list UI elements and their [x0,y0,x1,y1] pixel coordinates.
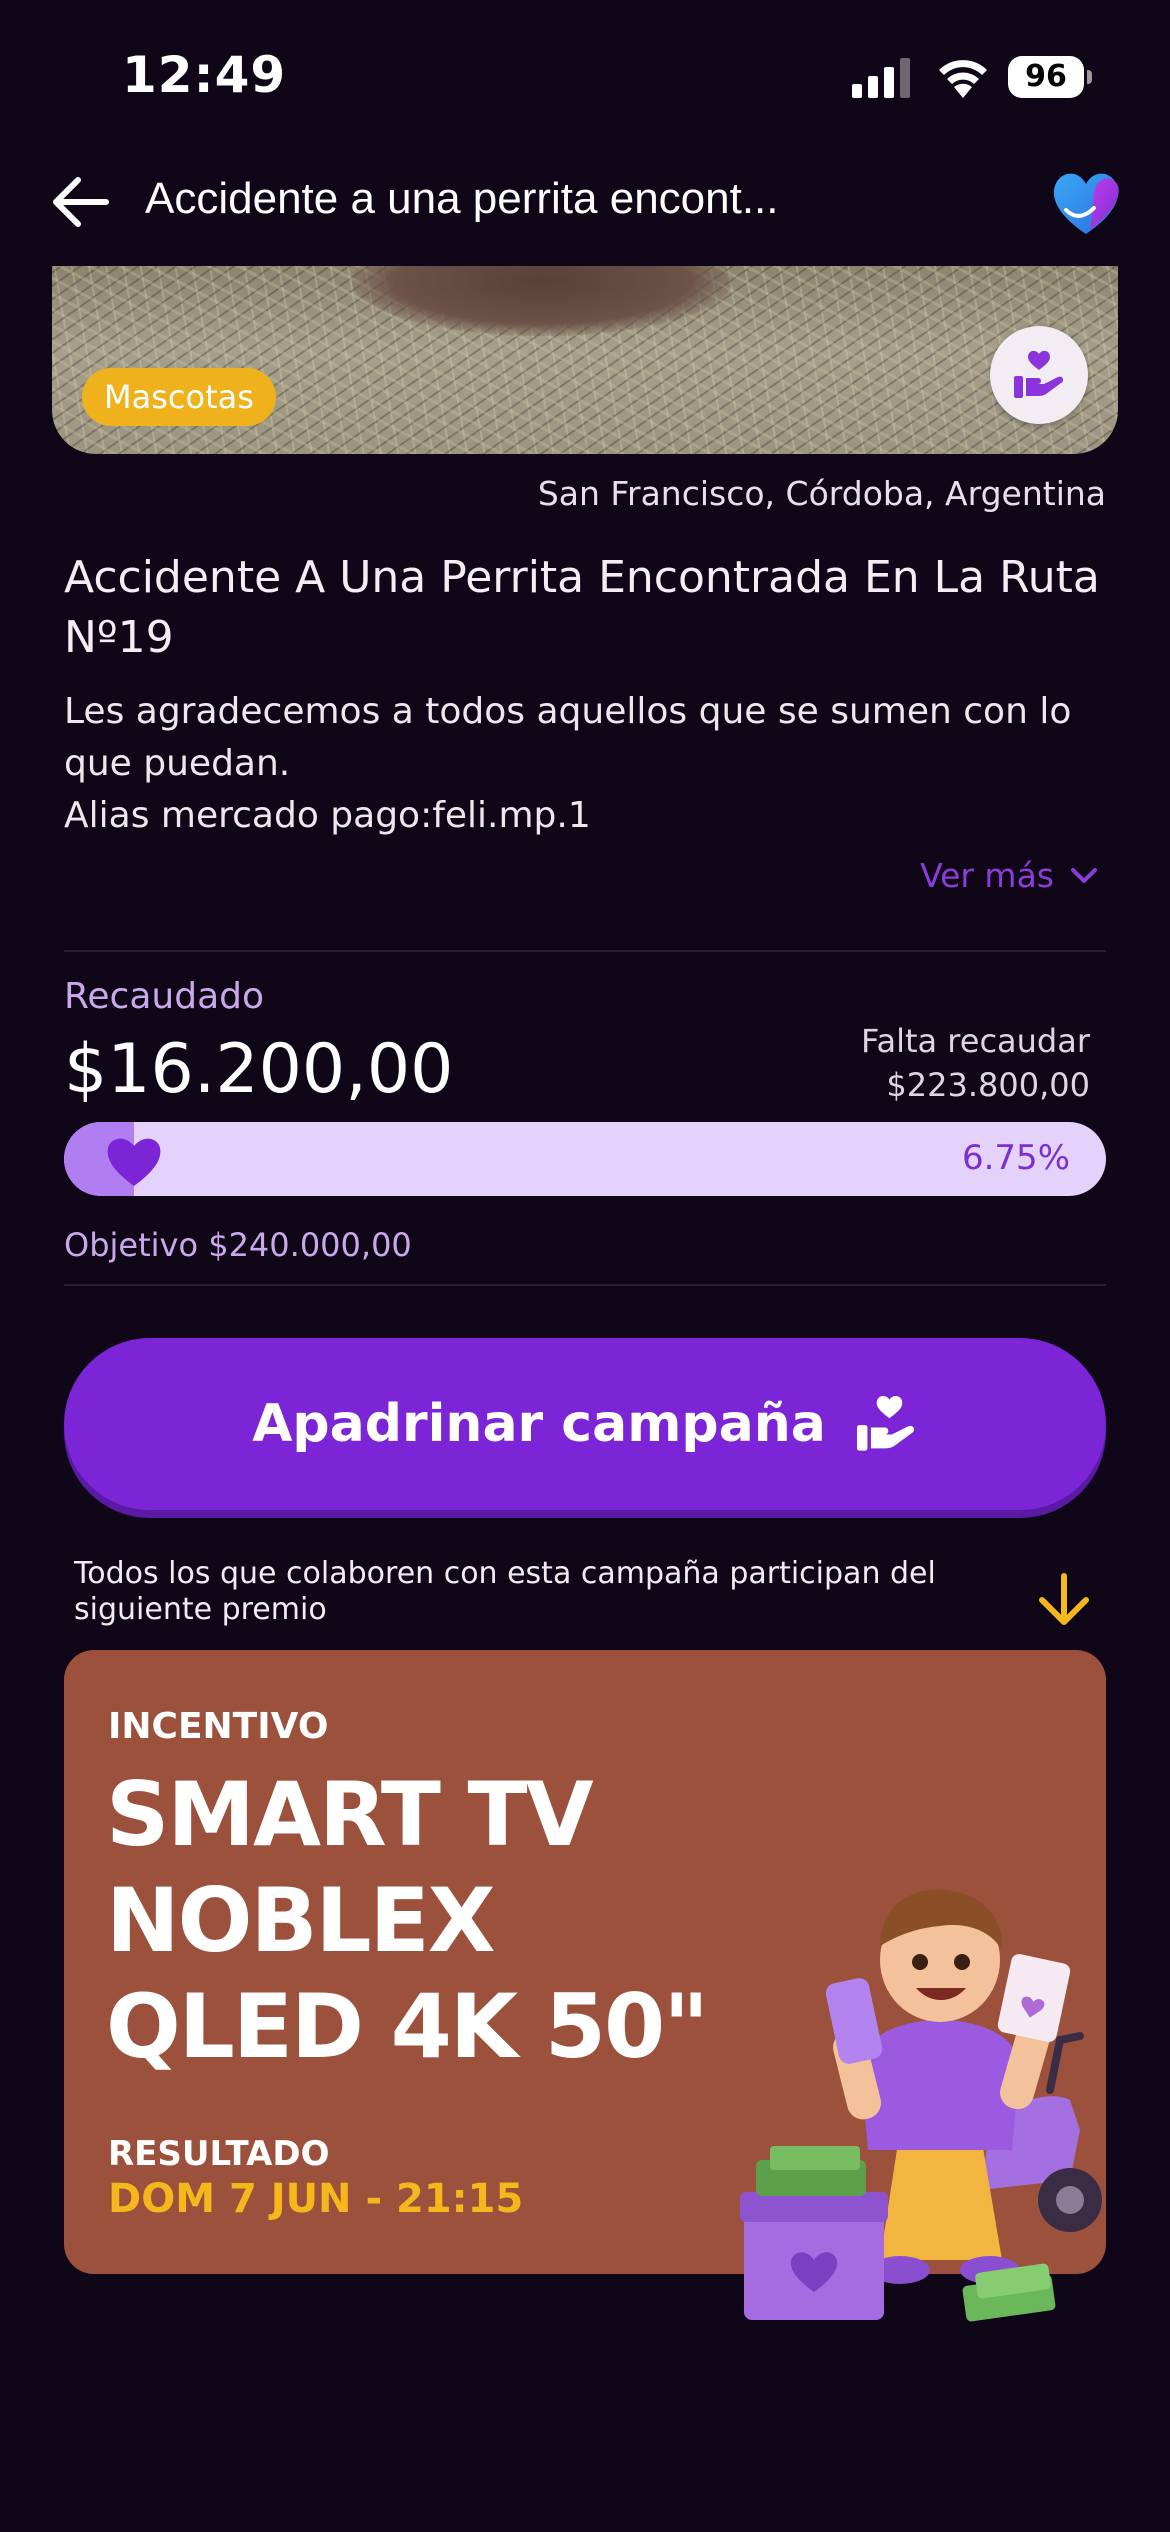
raised-label: Recaudado [64,976,265,1017]
goal-amount: Objetivo $240.000,00 [64,1226,412,1264]
incentive-label: INCENTIVO [108,1706,329,1747]
funding-progress-bar [64,1122,1106,1196]
description-line: Les agradecemos a todos aquellos que se … [64,691,1072,732]
hand-heart-icon [1014,350,1064,398]
chevron-down-icon [1071,867,1097,883]
prize-name: SMART TV NOBLEX QLED 4K 50" [106,1763,709,2078]
sponsor-campaign-button[interactable]: Apadrinar campaña [64,1338,1106,1510]
hand-heart-icon [856,1396,914,1451]
divider [64,1284,1106,1286]
description-line: que puedan. [64,743,291,784]
see-more-label: Ver más [920,856,1054,895]
cellular-signal-icon [852,58,910,98]
wifi-icon [939,60,987,98]
status-time: 12:49 [122,46,287,104]
prize-note: Todos los que colaboren con esta campaña… [74,1556,936,1627]
campaign-location: San Francisco, Córdoba, Argentina [537,474,1106,513]
remaining-label: Falta recaudar [861,1022,1090,1060]
battery-indicator: 96 [1008,56,1094,100]
description-line: Alias mercado pago:feli.mp.1 [64,795,591,836]
remaining-amount: $223.800,00 [886,1066,1090,1104]
see-more-link[interactable]: Ver más [920,856,1098,895]
arrow-down-icon[interactable] [1034,1572,1094,1628]
progress-percent: 6.75% [961,1138,1070,1178]
gift-box-illustration [740,2146,888,2320]
category-badge: Mascotas [82,368,276,426]
heart-icon [107,1138,161,1186]
campaign-title: Accidente A Una Perrita Encontrada En La… [64,552,1100,663]
app-logo-icon [1053,173,1119,234]
donate-hand-button[interactable] [990,326,1088,424]
back-arrow-icon[interactable] [52,176,110,228]
result-label: RESULTADO [108,2134,330,2174]
campaign-description: Les agradecemos a todos aquellos que se … [64,686,1124,842]
prize-illustration [740,1889,1102,2322]
sponsor-button-label: Apadrinar campaña [252,1394,826,1454]
raised-amount: $16.200,00 [64,1030,454,1109]
battery-level: 96 [1008,56,1084,98]
page-title: Accidente a una perrita encont... [145,174,779,223]
divider [64,950,1106,952]
result-date: DOM 7 JUN - 21:15 [108,2176,524,2222]
